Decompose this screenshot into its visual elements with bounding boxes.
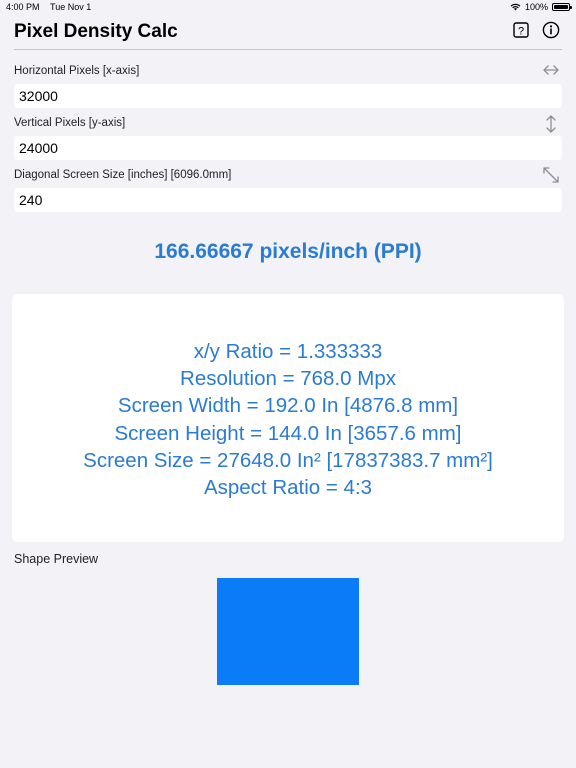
resolution-line: Resolution = 768.0 Mpx	[180, 367, 396, 391]
results-card: x/y Ratio = 1.333333 Resolution = 768.0 …	[12, 294, 564, 542]
results-lines: x/y Ratio = 1.333333 Resolution = 768.0 …	[12, 338, 564, 501]
vertical-pixels-input[interactable]	[14, 136, 562, 160]
status-bar: 4:00 PM Tue Nov 1 100%	[0, 0, 576, 14]
vertical-arrows-icon	[546, 115, 556, 133]
nav-divider	[14, 49, 562, 50]
help-icon[interactable]: ?	[512, 21, 530, 39]
ratio-line: x/y Ratio = 1.333333	[193, 340, 383, 363]
shape-preview	[217, 578, 359, 685]
nav-bar: Pixel Density Calc ?	[0, 14, 576, 50]
battery-percent: 100%	[524, 2, 548, 12]
horizontal-pixels-input[interactable]	[14, 84, 562, 108]
ppi-result: 166.66667 pixels/inch (PPI)	[154, 240, 422, 263]
diagonal-size-input[interactable]	[14, 188, 562, 212]
wifi-icon	[510, 3, 521, 11]
battery-icon	[552, 3, 572, 11]
status-right: 100%	[510, 2, 572, 12]
screen-height-line: Screen Height = 144.0 In [3657.6 mm]	[114, 421, 462, 445]
battery-fill	[554, 5, 568, 9]
vertical-pixels-label: Vertical Pixels [y-axis]	[14, 117, 126, 129]
page-title: Pixel Density Calc	[14, 21, 178, 42]
diagonal-arrows-icon	[543, 167, 559, 183]
status-left: 4:00 PM Tue Nov 1	[6, 2, 91, 12]
diagonal-size-label: Diagonal Screen Size [inches] [6096.0mm]	[14, 169, 232, 181]
horizontal-pixels-label: Horizontal Pixels [x-axis]	[14, 65, 140, 77]
svg-text:?: ?	[518, 25, 524, 37]
status-date: Tue Nov 1	[50, 2, 92, 12]
screen-width-line: Screen Width = 192.0 In [4876.8 mm]	[117, 394, 459, 418]
screen-size-line: Screen Size = 27648.0 In² [17837383.7 mm…	[83, 448, 493, 472]
nav-actions: ?	[512, 21, 560, 39]
aspect-ratio-line: Aspect Ratio = 4:3	[203, 476, 373, 500]
horizontal-arrows-icon	[543, 65, 559, 75]
status-time: 4:00 PM	[6, 2, 40, 12]
shape-preview-label: Shape Preview	[14, 552, 99, 566]
info-icon[interactable]	[542, 21, 560, 39]
